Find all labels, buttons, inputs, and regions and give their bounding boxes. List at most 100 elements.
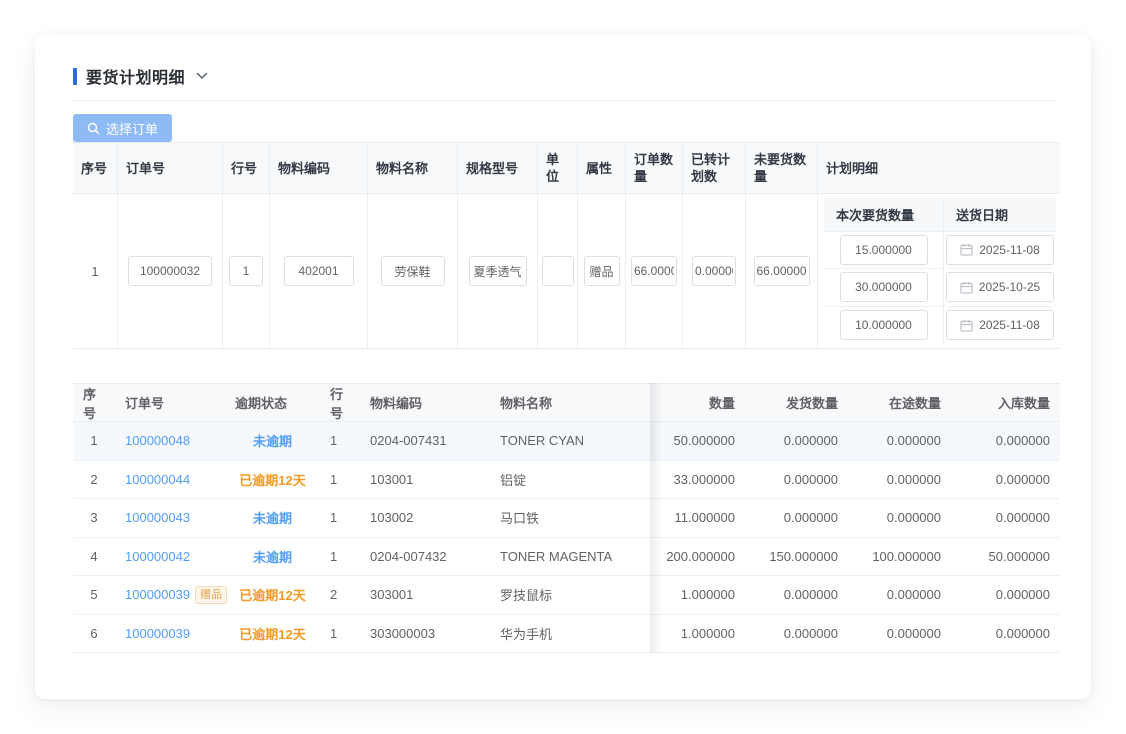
delivery-date-input[interactable]: 2025-11-08 [946, 310, 1054, 340]
line-no-cell: 1 [320, 538, 360, 576]
shipped-qty-cell: 0.000000 [745, 576, 848, 614]
material-name-input[interactable] [381, 256, 445, 286]
unrequested-qty-input[interactable] [754, 256, 810, 286]
col-header-material-code: 物料编码 [270, 143, 368, 193]
seq-cell: 1 [73, 422, 115, 460]
material-code-cell: 303000003 [360, 615, 490, 653]
seq-cell: 6 [73, 615, 115, 653]
seq-cell: 1 [73, 194, 118, 348]
in-transit-qty-cell: 0.000000 [848, 615, 951, 653]
unit-input[interactable] [542, 256, 574, 286]
table-row: 3 100000043 未逾期 1 103002 马口铁 11.000000 0… [73, 499, 1060, 538]
order-table-wrapper: 序号 订单号 逾期状态 行号 物料编码 物料名称 数量 发货数量 在途数量 入库… [73, 383, 1060, 653]
received-qty-cell: 50.000000 [951, 538, 1060, 576]
col-header-material-name: 物料名称 [490, 384, 650, 421]
qty-cell: 11.000000 [650, 499, 745, 537]
delivery-date-input[interactable]: 2025-10-25 [946, 272, 1054, 302]
col-header-order-qty: 订单数量 [626, 143, 683, 193]
material-name-cell: 铝锭 [490, 461, 650, 499]
qty-cell: 50.000000 [650, 422, 745, 460]
material-name-cell: TONER CYAN [490, 422, 650, 460]
converted-qty-input[interactable] [692, 256, 736, 286]
in-transit-qty-cell: 0.000000 [848, 461, 951, 499]
col-header-line-no: 行号 [320, 384, 360, 421]
material-code-input[interactable] [284, 256, 354, 286]
table-row: 2 100000044 已逾期12天 1 103001 铝锭 33.000000… [73, 461, 1060, 500]
material-code-cell: 103001 [360, 461, 490, 499]
order-no-link[interactable]: 100000039 [125, 626, 190, 641]
material-name-cell: 马口铁 [490, 499, 650, 537]
status-badge: 未逾期 [253, 508, 292, 527]
subtable-row: 2025-11-08 [824, 307, 1056, 344]
col-header-plan-detail: 计划明细 [818, 143, 1060, 193]
delivery-date-value: 2025-10-25 [979, 280, 1040, 294]
plan-detail-cell: 本次要货数量 送货日期 2025-11-08 [818, 194, 1060, 348]
qty-cell: 1.000000 [650, 615, 745, 653]
col-header-unit: 单位 [538, 143, 578, 193]
status-badge: 已逾期12天 [239, 585, 305, 604]
material-code-cell: 0204-007432 [360, 538, 490, 576]
order-no-link[interactable]: 100000043 [125, 510, 190, 525]
line-no-cell: 2 [320, 576, 360, 614]
attribute-input[interactable] [584, 256, 620, 286]
table-row: 4 100000042 未逾期 1 0204-007432 TONER MAGE… [73, 538, 1060, 577]
col-header-shipped-qty: 发货数量 [745, 384, 848, 421]
order-no-link[interactable]: 100000044 [125, 472, 190, 487]
col-header-unrequested-qty: 未要货数量 [746, 143, 818, 193]
in-transit-qty-cell: 0.000000 [848, 576, 951, 614]
order-no-link[interactable]: 100000039 [125, 587, 190, 602]
status-badge: 未逾期 [253, 547, 292, 566]
col-header-line-no: 行号 [223, 143, 270, 193]
table-row: 6 100000039 已逾期12天 1 303000003 华为手机 1.00… [73, 615, 1060, 654]
line-no-cell: 1 [320, 499, 360, 537]
select-order-button[interactable]: 选择订单 [73, 114, 172, 142]
calendar-icon [960, 319, 973, 332]
col-header-converted-qty: 已转计划数 [683, 143, 746, 193]
plan-table-header: 序号 订单号 行号 物料编码 物料名称 规格型号 单位 属性 订单数量 已转计划… [73, 143, 1060, 194]
order-table-header: 序号 订单号 逾期状态 行号 物料编码 物料名称 数量 发货数量 在途数量 入库… [73, 384, 1060, 422]
col-header-spec-model: 规格型号 [458, 143, 538, 193]
qty-cell: 33.000000 [650, 461, 745, 499]
gift-tag-badge: 赠品 [195, 586, 227, 604]
request-qty-input[interactable] [840, 272, 928, 302]
shipped-qty-cell: 0.000000 [745, 461, 848, 499]
col-header-seq: 序号 [73, 143, 118, 193]
seq-cell: 2 [73, 461, 115, 499]
chevron-down-icon[interactable] [196, 72, 208, 80]
col-header-order-no: 订单号 [115, 384, 225, 421]
order-qty-input[interactable] [631, 256, 677, 286]
material-name-cell: 罗技鼠标 [490, 576, 650, 614]
subtable-row: 2025-10-25 [824, 269, 1056, 306]
status-badge: 已逾期12天 [239, 470, 305, 489]
col-header-in-transit-qty: 在途数量 [848, 384, 951, 421]
page-title: 要货计划明细 [86, 64, 185, 88]
order-no-link[interactable]: 100000042 [125, 549, 190, 564]
line-no-input[interactable] [229, 256, 263, 286]
table-row: 1 100000048 未逾期 1 0204-007431 TONER CYAN… [73, 422, 1060, 461]
section-header: 要货计划明细 [73, 65, 1056, 87]
subtable-header: 本次要货数量 送货日期 [824, 198, 1056, 232]
status-badge: 未逾期 [253, 431, 292, 450]
shipped-qty-cell: 0.000000 [745, 499, 848, 537]
calendar-icon [960, 243, 973, 256]
request-qty-input[interactable] [840, 310, 928, 340]
line-no-cell: 1 [320, 422, 360, 460]
seq-cell: 4 [73, 538, 115, 576]
qty-cell: 1.000000 [650, 576, 745, 614]
received-qty-cell: 0.000000 [951, 615, 1060, 653]
in-transit-qty-cell: 0.000000 [848, 422, 951, 460]
col-header-material-code: 物料编码 [360, 384, 490, 421]
received-qty-cell: 0.000000 [951, 422, 1060, 460]
main-panel: 要货计划明细 选择订单 序号 订单号 行号 物料编码 物料名称 规格型号 单位 … [35, 35, 1091, 699]
status-badge: 已逾期12天 [239, 624, 305, 643]
sub-col-header-request-qty: 本次要货数量 [824, 198, 944, 231]
shipped-qty-cell: 0.000000 [745, 615, 848, 653]
order-no-link[interactable]: 100000048 [125, 433, 190, 448]
search-icon [87, 122, 100, 135]
order-no-input[interactable] [128, 256, 212, 286]
plan-detail-subtable: 本次要货数量 送货日期 2025-11-08 [824, 198, 1056, 344]
col-header-material-name: 物料名称 [368, 143, 458, 193]
delivery-date-input[interactable]: 2025-11-08 [946, 235, 1054, 265]
request-qty-input[interactable] [840, 235, 928, 265]
spec-model-input[interactable] [469, 256, 527, 286]
